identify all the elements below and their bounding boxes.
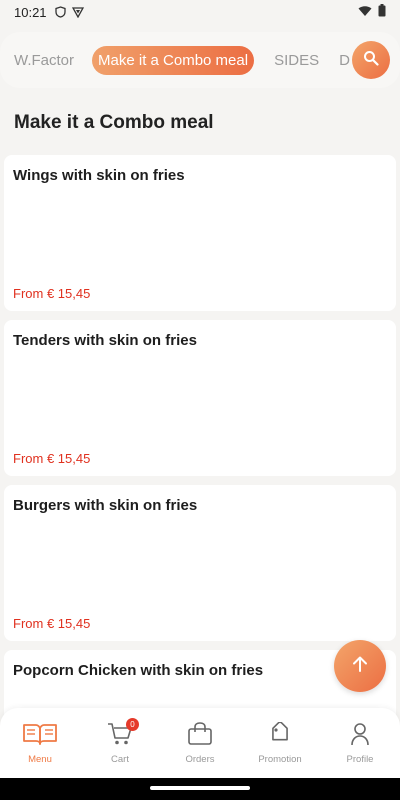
product-title: Burgers with skin on fries xyxy=(13,497,198,514)
scroll-top-button[interactable] xyxy=(334,640,386,692)
product-title: Wings with skin on fries xyxy=(13,167,185,184)
home-indicator[interactable] xyxy=(150,786,250,790)
nav-label: Menu xyxy=(28,754,52,765)
tab-sides[interactable]: SIDES xyxy=(274,52,319,69)
tab-combo-meal[interactable]: Make it a Combo meal xyxy=(92,45,255,75)
category-bar: W.Factor Make it a Combo meal SIDES D xyxy=(0,32,400,88)
battery-icon xyxy=(378,4,386,20)
tag-icon xyxy=(268,721,292,751)
tab-wfactor[interactable]: W.Factor xyxy=(14,52,74,69)
nav-label: Orders xyxy=(185,754,215,765)
nav-label: Profile xyxy=(346,754,374,765)
nav-orders[interactable]: Orders xyxy=(160,708,240,778)
nav-menu[interactable]: Menu xyxy=(0,708,80,778)
product-card[interactable]: Wings with skin on fries From € 15,45 xyxy=(4,155,396,311)
product-title: Tenders with skin on fries xyxy=(13,332,197,349)
category-tabs: W.Factor Make it a Combo meal SIDES D xyxy=(0,45,370,75)
tab-d[interactable]: D xyxy=(339,52,350,69)
gesture-bar xyxy=(0,778,400,800)
section-title: Make it a Combo meal xyxy=(14,112,214,133)
bottom-nav: Menu 0 Cart Orders Promotion Profile xyxy=(0,708,400,778)
shield-icon xyxy=(54,6,66,18)
search-icon xyxy=(363,50,379,71)
book-icon xyxy=(22,722,58,751)
arrow-up-icon xyxy=(351,655,369,678)
search-button[interactable] xyxy=(352,41,390,79)
product-title: Popcorn Chicken with skin on fries xyxy=(13,662,264,679)
wifi-icon xyxy=(358,5,372,20)
person-icon xyxy=(348,722,372,751)
nav-cart[interactable]: 0 Cart xyxy=(80,708,160,778)
cart-badge: 0 xyxy=(126,718,139,731)
nav-profile[interactable]: Profile xyxy=(320,708,400,778)
nav-promotion[interactable]: Promotion xyxy=(240,708,320,778)
product-price: From € 15,45 xyxy=(13,616,91,631)
nav-label: Promotion xyxy=(258,754,302,765)
status-bar: 10:21 xyxy=(0,0,400,24)
product-price: From € 15,45 xyxy=(13,286,91,301)
product-card[interactable]: Burgers with skin on fries From € 15,45 xyxy=(4,485,396,641)
status-time: 10:21 xyxy=(14,4,47,20)
nav-label: Cart xyxy=(111,754,129,765)
vpn-icon xyxy=(71,6,84,18)
product-card[interactable]: Tenders with skin on fries From € 15,45 xyxy=(4,320,396,476)
product-price: From € 15,45 xyxy=(13,451,91,466)
bag-icon xyxy=(187,722,213,751)
